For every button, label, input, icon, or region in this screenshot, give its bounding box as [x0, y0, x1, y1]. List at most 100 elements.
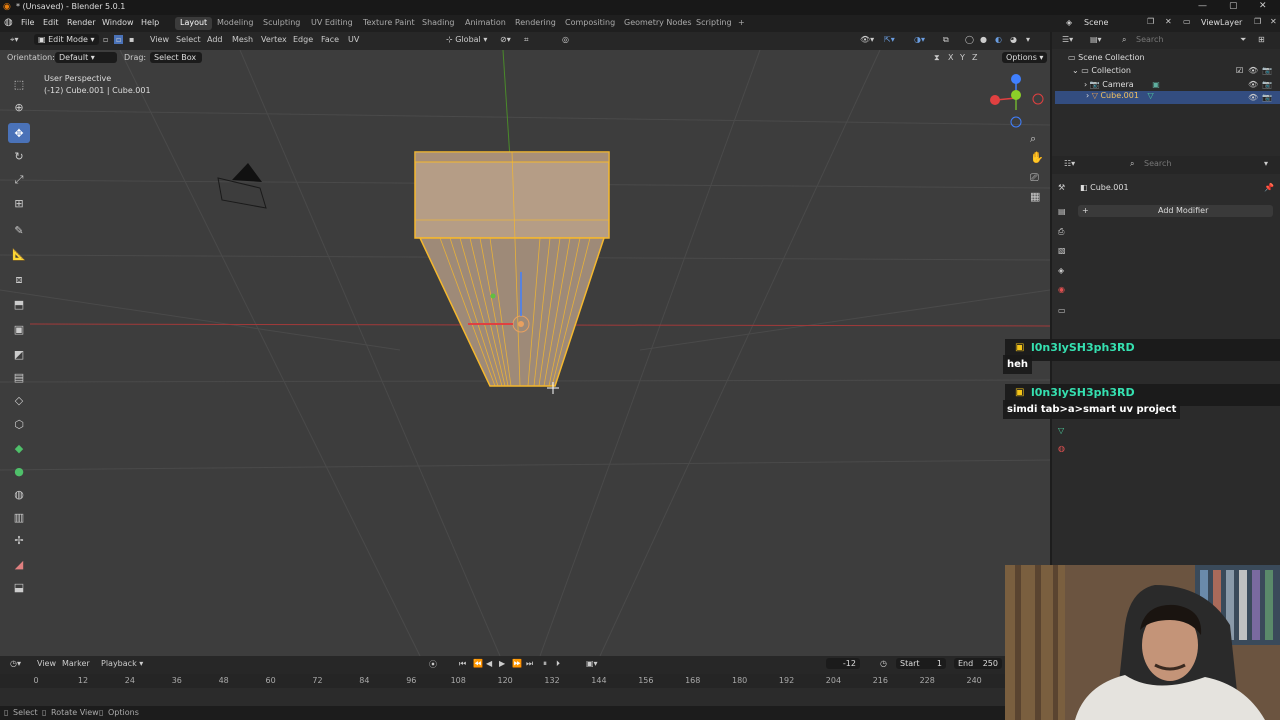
camera-view-icon[interactable]: ⎚: [1030, 171, 1039, 185]
properties-search-input[interactable]: Search: [1144, 159, 1171, 168]
tool-tab-icon[interactable]: ⚒: [1058, 183, 1065, 192]
vertex-slide-tool-icon[interactable]: ⬓: [8, 577, 30, 597]
current-frame-field[interactable]: -12: [826, 658, 860, 669]
scene-name[interactable]: Scene: [1084, 18, 1108, 27]
rip-tool-icon[interactable]: ✢: [8, 530, 30, 550]
snap-icon[interactable]: ⌗: [524, 35, 529, 45]
annotate-tool-icon[interactable]: ✎: [8, 220, 30, 240]
add-cube-tool-icon[interactable]: ⧈: [8, 270, 30, 290]
keying-set-icon[interactable]: ▣▾: [586, 659, 598, 668]
render-tab-icon[interactable]: ▤: [1058, 207, 1066, 216]
jump-start-icon[interactable]: ⏮: [459, 659, 466, 669]
zoom-icon[interactable]: ⌕: [1030, 132, 1036, 146]
shear-tool-icon[interactable]: ▥: [8, 507, 30, 527]
shading-material-icon[interactable]: ◐: [995, 35, 1002, 44]
add-modifier-button[interactable]: + Add Modifier: [1078, 205, 1273, 217]
minimize-icon[interactable]: —: [1198, 1, 1207, 11]
shading-solid-icon[interactable]: ●: [980, 35, 987, 44]
shading-wireframe-icon[interactable]: ◯: [965, 35, 974, 44]
world-tab-icon[interactable]: ◉: [1058, 285, 1065, 294]
tab-geometry-nodes[interactable]: Geometry Nodes: [619, 17, 696, 30]
vertex-select-icon[interactable]: ▫: [103, 35, 108, 44]
mirror-y-toggle[interactable]: Y: [960, 53, 965, 62]
properties-options-icon[interactable]: ▾: [1264, 159, 1268, 168]
play-reverse-icon[interactable]: ◀: [486, 659, 492, 668]
menu-vertex[interactable]: Vertex: [261, 35, 287, 44]
menu-add[interactable]: Add: [207, 35, 223, 44]
collection-visibility-icon[interactable]: 👁: [1248, 66, 1258, 75]
bevel-tool-icon[interactable]: ◩: [8, 344, 30, 364]
outliner-search-input[interactable]: Search: [1136, 35, 1163, 44]
menu-file[interactable]: File: [21, 18, 34, 27]
menu-window[interactable]: Window: [102, 18, 134, 27]
tab-rendering[interactable]: Rendering: [510, 17, 561, 30]
scene-collection-row[interactable]: ▭ Scene Collection: [1068, 53, 1276, 66]
tab-texture-paint[interactable]: Texture Paint: [358, 17, 420, 30]
loop-cut-tool-icon[interactable]: ▤: [8, 367, 30, 387]
xray-icon[interactable]: ⧉: [943, 35, 949, 45]
tab-uv-editing[interactable]: UV Editing: [306, 17, 358, 30]
proportional-edit-icon[interactable]: ◎: [562, 35, 569, 44]
timeline-playback-menu[interactable]: Playback ▾: [101, 659, 143, 668]
menu-uv[interactable]: UV: [348, 35, 359, 44]
pivot-icon[interactable]: ⊘▾: [500, 35, 511, 44]
cube-render-icon[interactable]: 📷: [1262, 93, 1272, 102]
view-layer-tab-icon[interactable]: ▧: [1058, 246, 1066, 255]
measure-tool-icon[interactable]: 📐: [8, 244, 30, 264]
gizmo-toggle-icon[interactable]: ⇱▾: [884, 35, 895, 44]
tab-shading[interactable]: Shading: [417, 17, 460, 30]
close-icon[interactable]: ✕: [1259, 1, 1267, 11]
pan-hand-icon[interactable]: ✋: [1030, 151, 1044, 164]
drag-dropdown[interactable]: Select Box: [150, 52, 202, 63]
keying-icon[interactable]: ⏸: [543, 659, 547, 669]
menu-edge[interactable]: Edge: [293, 35, 313, 44]
face-select-icon[interactable]: ▪: [129, 35, 134, 44]
shrink-fatten-tool-icon[interactable]: ◍: [8, 484, 30, 504]
cursor-tool-icon[interactable]: ⊕: [8, 97, 30, 117]
menu-view[interactable]: View: [150, 35, 169, 44]
navigation-gizmo[interactable]: [990, 74, 1044, 128]
menu-edit[interactable]: Edit: [43, 18, 59, 27]
end-frame-field[interactable]: End 250: [954, 658, 1002, 669]
blender-menu-icon[interactable]: ◍: [4, 17, 13, 28]
keyframe-jump-icon[interactable]: ⏵: [556, 659, 560, 669]
edge-select-icon[interactable]: ▫: [114, 35, 124, 44]
add-workspace-button[interactable]: +: [733, 17, 750, 30]
camera-visibility-icon[interactable]: 👁: [1248, 80, 1258, 89]
visibility-icon[interactable]: 👁▾: [860, 35, 874, 44]
inset-tool-icon[interactable]: ▣: [8, 319, 30, 339]
output-tab-icon[interactable]: ⎙: [1058, 227, 1064, 237]
poly-build-tool-icon[interactable]: ⬡: [8, 414, 30, 434]
new-scene-icon[interactable]: ❐: [1147, 17, 1154, 26]
viewport-3d[interactable]: User Perspective (-12) Cube.001 | Cube.0…: [0, 50, 1050, 656]
editor-type-icon[interactable]: ⌖▾: [10, 35, 19, 45]
ortho-grid-icon[interactable]: ▦: [1030, 190, 1040, 203]
new-collection-icon[interactable]: ⊞: [1258, 35, 1265, 44]
prev-keyframe-icon[interactable]: ⏪: [473, 659, 483, 668]
timeline-view-menu[interactable]: View: [37, 659, 56, 668]
maximize-icon[interactable]: ▢: [1229, 1, 1238, 11]
collection-checkbox[interactable]: ☑: [1236, 66, 1243, 75]
pin-icon[interactable]: 📌: [1264, 183, 1274, 192]
tab-animation[interactable]: Animation: [460, 17, 511, 30]
menu-help[interactable]: Help: [141, 18, 159, 27]
start-frame-field[interactable]: Start 1: [896, 658, 946, 669]
orientation-dropdown[interactable]: Default ▾: [55, 52, 117, 63]
move-tool-icon[interactable]: ✥: [8, 123, 30, 143]
menu-select[interactable]: Select: [176, 35, 201, 44]
menu-face[interactable]: Face: [321, 35, 339, 44]
timeline-editor-icon[interactable]: ◷▾: [10, 659, 21, 668]
mirror-z-toggle[interactable]: Z: [972, 53, 977, 62]
data-tab-icon[interactable]: ▽: [1058, 426, 1064, 435]
options-dropdown[interactable]: Options ▾: [1002, 52, 1048, 63]
scale-tool-icon[interactable]: ⤢: [8, 170, 30, 190]
rotate-tool-icon[interactable]: ↻: [8, 146, 30, 166]
tab-compositing[interactable]: Compositing: [560, 17, 620, 30]
mirror-x-toggle[interactable]: X: [948, 53, 953, 62]
outliner-editor-icon[interactable]: ☰▾: [1062, 35, 1073, 44]
delete-scene-icon[interactable]: ✕: [1165, 17, 1172, 26]
filter-icon[interactable]: ⏷: [1240, 35, 1246, 45]
next-keyframe-icon[interactable]: ⏩: [512, 659, 522, 668]
mode-dropdown[interactable]: ▣ Edit Mode ▾: [34, 34, 99, 45]
display-mode-icon[interactable]: ▤▾: [1090, 35, 1102, 44]
